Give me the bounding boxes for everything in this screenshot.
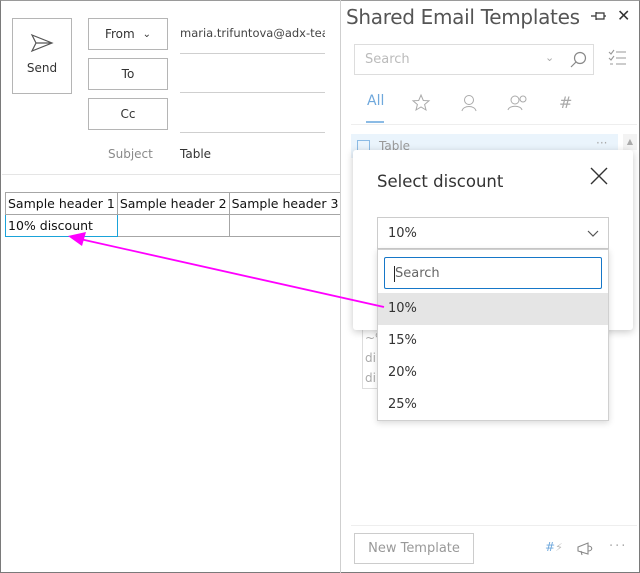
active-tab-indicator <box>366 121 384 123</box>
person-icon[interactable] <box>459 93 479 113</box>
dropdown-search-input[interactable]: Search <box>384 257 602 289</box>
dropdown-selected-value: 10% <box>388 226 417 241</box>
from-label: From <box>104 27 135 41</box>
star-icon[interactable] <box>411 93 431 113</box>
from-value: maria.trifuntova@adx-team <box>180 26 325 40</box>
footer-divider <box>351 525 637 526</box>
discount-dropdown[interactable]: 10% <box>377 217 609 249</box>
table-row: 10% discount <box>5 214 342 237</box>
dialog-title: Select discount <box>377 172 504 191</box>
tabs-divider <box>351 124 637 125</box>
new-template-button[interactable]: New Template <box>354 533 474 564</box>
close-icon[interactable] <box>590 167 608 185</box>
dropdown-option[interactable]: 25% <box>378 389 608 421</box>
close-pane-icon[interactable]: ✕ <box>617 6 630 25</box>
table-header-cell[interactable]: Sample header 3 <box>228 192 342 215</box>
header-separator <box>2 174 340 175</box>
to-label: To <box>121 67 135 81</box>
cc-input[interactable] <box>180 117 325 133</box>
table-cell[interactable] <box>116 214 230 237</box>
dropdown-option[interactable]: 10% <box>378 293 608 325</box>
megaphone-icon[interactable] <box>576 541 596 557</box>
chevron-down-icon <box>587 230 599 237</box>
search-placeholder: Search <box>365 52 410 67</box>
filter-tabs: All # <box>355 89 635 123</box>
to-button[interactable]: To <box>88 58 168 90</box>
from-button[interactable]: From ⌄ <box>88 18 168 50</box>
send-icon <box>30 33 54 53</box>
send-label: Send <box>26 61 58 75</box>
pin-icon[interactable] <box>589 7 609 25</box>
template-search-input[interactable]: Search ⌄ <box>354 44 594 75</box>
macros-icon[interactable]: #⚡ <box>545 540 563 554</box>
dropdown-option[interactable]: 20% <box>378 357 608 389</box>
dropdown-panel: Search 10% 15% 20% 25% <box>377 249 609 421</box>
table-header-row: Sample header 1 Sample header 2 Sample h… <box>5 192 342 215</box>
table-cell[interactable] <box>228 214 342 237</box>
send-button[interactable]: Send <box>12 18 72 94</box>
more-icon[interactable]: ··· <box>609 539 627 554</box>
body-table: Sample header 1 Sample header 2 Sample h… <box>5 192 342 237</box>
scrollbar-up-arrow[interactable]: ▲ <box>623 134 637 150</box>
chevron-down-icon: ⌄ <box>142 28 152 40</box>
tab-all[interactable]: All <box>367 93 384 109</box>
people-icon[interactable] <box>507 93 529 113</box>
compose-area: Send From ⌄ maria.trifuntova@adx-team To… <box>1 1 342 572</box>
subject-input[interactable]: Table <box>180 147 211 161</box>
list-check-icon[interactable] <box>608 49 628 67</box>
pane-title: Shared Email Templates <box>346 5 580 29</box>
hash-icon[interactable]: # <box>559 93 572 112</box>
to-input[interactable] <box>180 77 325 93</box>
dropdown-option[interactable]: 15% <box>378 325 608 357</box>
cc-label: Cc <box>120 107 136 121</box>
search-icon[interactable] <box>569 51 587 69</box>
cc-button[interactable]: Cc <box>88 98 168 130</box>
table-header-cell[interactable]: Sample header 2 <box>116 192 230 215</box>
table-cell-selected[interactable]: 10% discount <box>5 214 118 237</box>
more-options-icon[interactable]: ··· <box>596 136 607 150</box>
table-header-cell[interactable]: Sample header 1 <box>5 192 118 215</box>
dropdown-search-placeholder: Search <box>395 266 440 281</box>
from-field-line <box>180 53 325 54</box>
subject-label: Subject <box>108 147 153 161</box>
chevron-down-icon[interactable]: ⌄ <box>545 51 554 64</box>
